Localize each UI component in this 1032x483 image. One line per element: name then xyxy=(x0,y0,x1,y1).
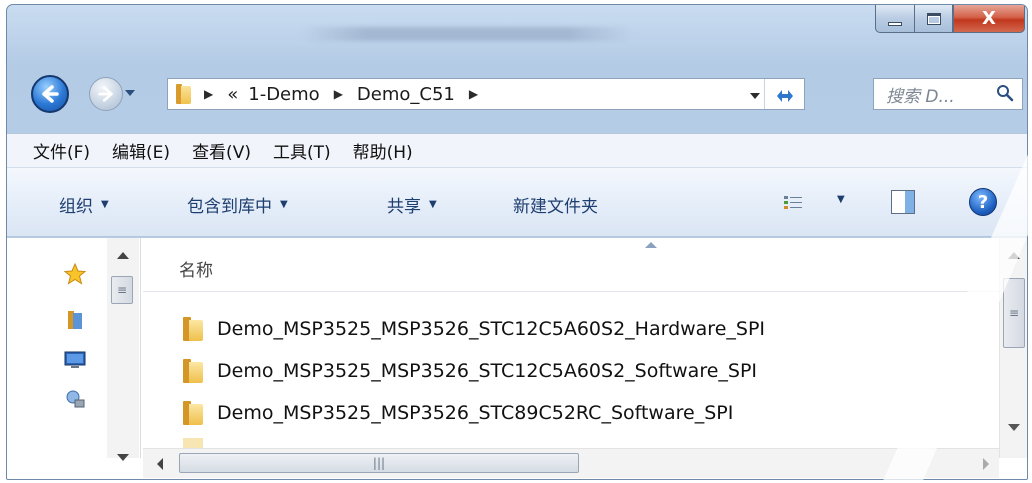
breadcrumb-chevron-icon[interactable]: ▶ xyxy=(204,87,213,101)
recent-pages-dropdown-icon[interactable] xyxy=(125,90,135,96)
new-folder-button[interactable]: 新建文件夹 xyxy=(513,192,598,217)
file-name: Demo_MSP3525_MSP3526_STC12C5A60S2_Softwa… xyxy=(217,360,758,382)
share-button[interactable]: 共享 ▼ xyxy=(387,192,437,217)
computer-icon[interactable] xyxy=(63,348,87,372)
scroll-down-icon[interactable] xyxy=(117,454,129,461)
menu-file[interactable]: 文件(F) xyxy=(33,138,90,163)
breadcrumb-overflow[interactable]: « xyxy=(227,84,238,105)
file-list-vertical-scrollbar[interactable]: ≡ xyxy=(999,238,1027,458)
back-arrow-icon xyxy=(42,85,59,103)
explorer-window: X ▶ « 1-Demo ▶ Demo_C51 ▶ 搜索 D... 文件(F) … xyxy=(6,4,1028,480)
scroll-right-icon[interactable] xyxy=(983,458,989,470)
minimize-button[interactable] xyxy=(875,5,915,33)
search-input[interactable]: 搜索 D... xyxy=(873,78,1023,110)
refresh-button[interactable] xyxy=(764,79,804,109)
organize-button[interactable]: 组织 ▼ xyxy=(59,192,109,217)
navigation-pane: ≡ xyxy=(7,238,141,461)
folder-icon xyxy=(183,317,205,341)
maximize-icon xyxy=(926,12,941,25)
refresh-icon xyxy=(776,90,793,102)
window-controls: X xyxy=(875,5,1025,36)
preview-pane-icon[interactable] xyxy=(891,190,915,214)
change-view-icon[interactable] xyxy=(783,194,803,212)
menu-edit[interactable]: 编辑(E) xyxy=(112,138,170,163)
help-icon[interactable]: ? xyxy=(969,188,997,216)
share-label: 共享 xyxy=(387,197,421,217)
navigation-bar: ▶ « 1-Demo ▶ Demo_C51 ▶ 搜索 D... xyxy=(7,75,1027,115)
close-button[interactable]: X xyxy=(953,5,1025,33)
address-dropdown-icon[interactable] xyxy=(750,93,760,99)
column-header-name[interactable]: 名称 xyxy=(179,256,213,281)
breadcrumb-item-demo-c51[interactable]: Demo_C51 xyxy=(357,84,455,105)
command-bar: 组织 ▼ 包含到库中 ▼ 共享 ▼ 新建文件夹 ▼ ? xyxy=(7,167,1027,237)
file-name: Demo_MSP3525_MSP3526_STC12C5A60S2_Hardwa… xyxy=(217,318,766,340)
scrollbar-thumb[interactable]: ≡ xyxy=(111,276,133,304)
menu-tools[interactable]: 工具(T) xyxy=(273,138,331,163)
include-in-library-label: 包含到库中 xyxy=(187,197,272,217)
address-bar[interactable]: ▶ « 1-Demo ▶ Demo_C51 ▶ xyxy=(167,78,805,110)
search-placeholder: 搜索 D... xyxy=(886,86,955,107)
column-header-row: 名称 xyxy=(143,238,999,292)
view-options-dropdown-icon[interactable]: ▼ xyxy=(837,194,845,205)
folder-icon xyxy=(183,359,205,383)
scroll-up-icon[interactable] xyxy=(117,252,129,259)
forward-button[interactable] xyxy=(89,77,123,111)
include-in-library-button[interactable]: 包含到库中 ▼ xyxy=(187,192,288,217)
menu-bar: 文件(F) 编辑(E) 查看(V) 工具(T) 帮助(H) xyxy=(7,133,1027,167)
breadcrumb-item-1-demo[interactable]: 1-Demo xyxy=(248,84,319,105)
close-icon: X xyxy=(982,8,996,29)
libraries-icon[interactable] xyxy=(63,308,87,332)
list-item[interactable]: Demo_MSP3525_MSP3526_STC89C52RC_Software… xyxy=(183,398,733,428)
menu-help[interactable]: 帮助(H) xyxy=(353,138,413,163)
partial-folder-icon xyxy=(183,438,203,448)
title-bar[interactable]: X xyxy=(7,5,1027,55)
file-list-horizontal-scrollbar[interactable]: ||| xyxy=(143,448,999,478)
maximize-button[interactable] xyxy=(915,5,953,33)
forward-arrow-icon xyxy=(98,86,113,102)
folder-icon xyxy=(183,401,205,425)
file-list: 名称 Demo_MSP3525_MSP3526_STC12C5A60S2_Har… xyxy=(143,238,999,458)
favorites-star-icon[interactable] xyxy=(63,262,87,286)
organize-label: 组织 xyxy=(59,197,93,217)
search-icon[interactable] xyxy=(996,84,1014,102)
network-icon[interactable] xyxy=(63,388,87,412)
back-button[interactable] xyxy=(31,75,69,113)
chevron-down-icon: ▼ xyxy=(429,199,437,210)
scroll-down-icon[interactable] xyxy=(1008,424,1020,431)
sort-ascending-icon xyxy=(645,242,657,248)
chevron-down-icon: ▼ xyxy=(101,199,109,210)
list-item[interactable]: Demo_MSP3525_MSP3526_STC12C5A60S2_Softwa… xyxy=(183,356,757,386)
breadcrumb-chevron-icon[interactable]: ▶ xyxy=(469,87,478,101)
folder-icon xyxy=(176,84,192,104)
scroll-up-icon[interactable] xyxy=(1008,252,1020,259)
content-area: ≡ 名称 Demo_MSP3525_MSP3526_STC12C5A60S2_H… xyxy=(7,238,1027,479)
file-name: Demo_MSP3525_MSP3526_STC89C52RC_Software… xyxy=(217,402,734,424)
scroll-left-icon[interactable] xyxy=(157,458,163,470)
chevron-down-icon: ▼ xyxy=(280,199,288,210)
blurred-window-title xyxy=(302,27,632,41)
new-folder-label: 新建文件夹 xyxy=(513,197,598,217)
navigation-pane-scrollbar[interactable]: ≡ xyxy=(107,238,139,461)
menu-view[interactable]: 查看(V) xyxy=(192,138,251,163)
list-item[interactable]: Demo_MSP3525_MSP3526_STC12C5A60S2_Hardwa… xyxy=(183,314,765,344)
breadcrumb-chevron-icon[interactable]: ▶ xyxy=(334,87,343,101)
scrollbar-thumb[interactable]: ≡ xyxy=(1003,278,1025,348)
minimize-icon xyxy=(888,21,902,26)
horizontal-scrollbar-thumb[interactable]: ||| xyxy=(179,453,579,473)
